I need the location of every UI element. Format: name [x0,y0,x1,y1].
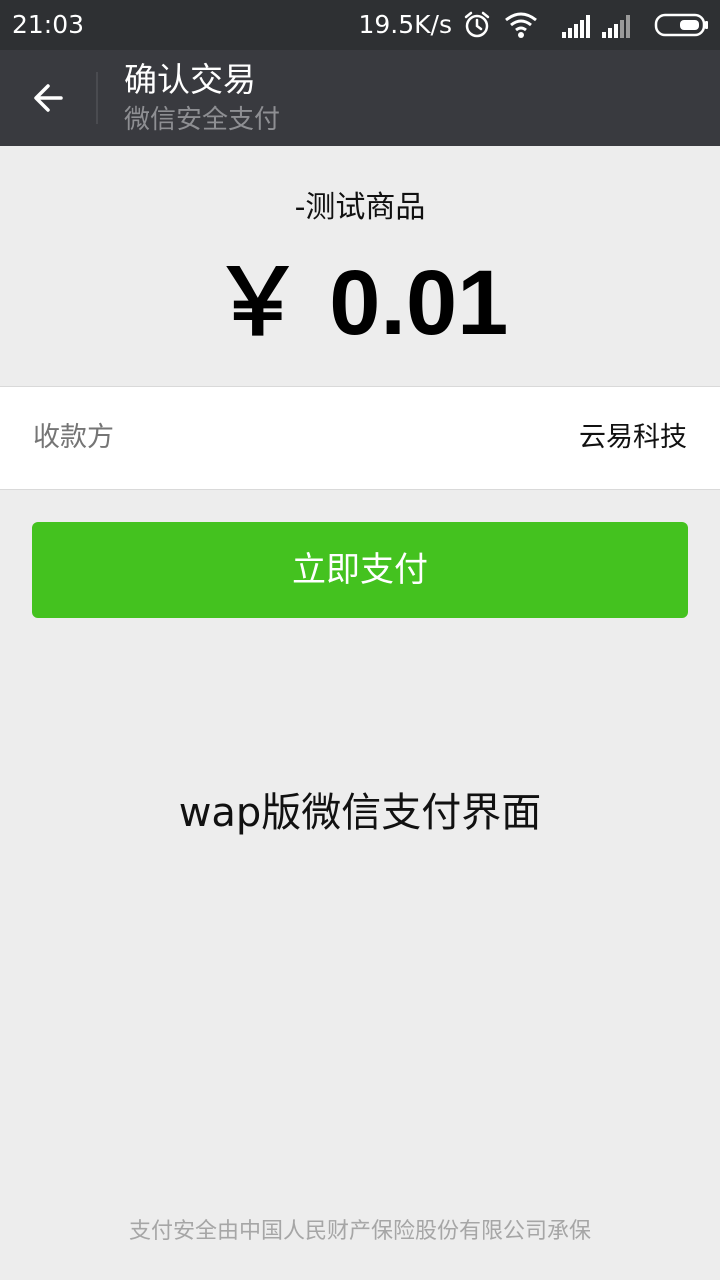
price-amount: ￥ 0.01 [211,252,509,354]
insurance-footer: 支付安全由中国人民财产保险股份有限公司承保 [128,1219,591,1244]
payee-row: 收款方 云易科技 [0,386,720,490]
wifi-icon [505,12,537,38]
back-button[interactable] [20,70,78,126]
caption-text: wap版微信支付界面 [178,790,542,836]
status-time: 21:03 [12,10,85,39]
signal-icon [562,15,590,38]
status-bar: 21:03 19.5K/s [0,0,720,50]
alarm-icon [464,11,490,38]
product-name: -测试商品 [294,190,426,225]
payee-label: 收款方 [33,422,114,453]
arrow-left-icon [34,84,63,112]
pay-now-button[interactable]: 立即支付 [32,522,688,618]
nav-divider [96,72,98,124]
battery-icon [654,13,708,37]
net-speed: 19.5K/s [358,10,452,39]
signal-icon [602,15,630,38]
nav-bar: 确认交易 微信安全支付 [0,50,720,146]
page-title: 确认交易 [124,60,256,99]
page-subtitle: 微信安全支付 [124,105,281,135]
payee-value: 云易科技 [579,422,687,453]
